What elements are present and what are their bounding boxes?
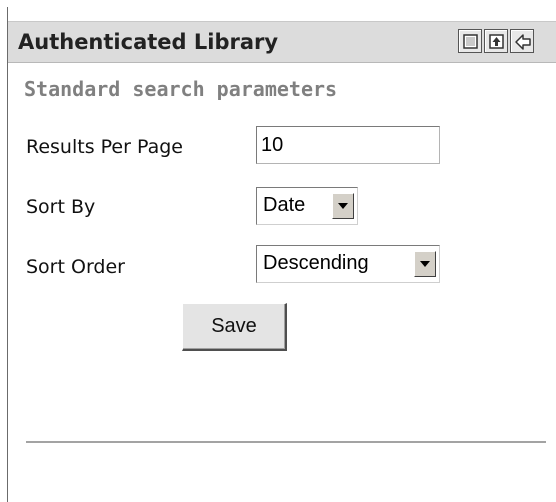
sort-order-label: Sort Order [26, 256, 125, 278]
sort-by-value: Date [263, 194, 306, 216]
portlet: Authenticated Library Standard search pa… [7, 7, 556, 502]
save-button[interactable]: Save [182, 303, 287, 351]
results-per-page-label: Results Per Page [26, 136, 183, 158]
chevron-down-icon[interactable] [414, 251, 436, 277]
section-title: Standard search parameters [24, 77, 338, 101]
back-icon[interactable] [510, 29, 534, 53]
minimize-icon[interactable] [458, 29, 482, 53]
chevron-down-icon[interactable] [332, 193, 354, 219]
sort-order-select[interactable]: Descending [256, 245, 440, 283]
sort-by-select[interactable]: Date [256, 187, 358, 225]
portlet-title: Authenticated Library [18, 30, 279, 54]
results-per-page-input[interactable] [256, 126, 440, 164]
sort-by-label: Sort By [26, 196, 96, 218]
maximize-icon[interactable] [484, 29, 508, 53]
portlet-titlebar: Authenticated Library [8, 21, 556, 63]
divider [26, 441, 546, 443]
sort-order-value: Descending [263, 252, 369, 274]
